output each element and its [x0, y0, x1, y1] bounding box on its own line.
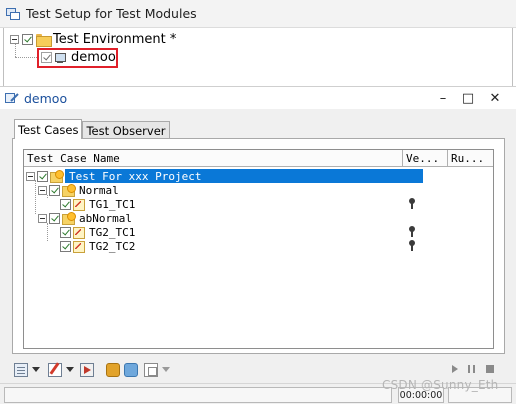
close-button[interactable]: ✕ [485, 89, 505, 107]
collapse-icon[interactable] [38, 213, 47, 223]
chevron-down-icon[interactable] [32, 367, 40, 372]
checkbox-icon[interactable] [22, 34, 33, 45]
chevron-down-icon[interactable] [162, 367, 170, 372]
tree-row-label: Test For xxx Project [65, 169, 423, 183]
copy-icon[interactable] [144, 363, 158, 377]
test-case-list[interactable]: Test Case Name Ve... Ru... Test For xxx … [23, 149, 494, 349]
column-header-verdict[interactable]: Ve... [403, 150, 448, 167]
watermark: CSDN @Sunny_Eth [382, 378, 499, 392]
new-test-icon[interactable] [14, 363, 28, 377]
test-cases-panel: Test Case Name Ve... Ru... Test For xxx … [12, 138, 505, 354]
execute-icon[interactable] [80, 363, 94, 377]
pause-icon[interactable] [468, 365, 475, 373]
checkbox-icon[interactable] [60, 240, 71, 252]
stop-icon[interactable] [486, 365, 494, 373]
status-message-cell [4, 387, 392, 403]
tree-row[interactable]: TG2_TC1 [60, 225, 135, 239]
tree-row[interactable]: TG2_TC2 [60, 239, 135, 253]
window-title: demoo [24, 90, 68, 106]
verdict-key-icon [408, 240, 416, 252]
maximize-button[interactable]: □ [458, 89, 478, 107]
test-case-icon [73, 240, 85, 253]
tree-row[interactable]: Normal [38, 183, 119, 197]
test-setup-title: Test Setup for Test Modules [26, 6, 197, 21]
tab-test-cases[interactable]: Test Cases [14, 119, 83, 139]
tree-node-test-environment[interactable]: Test Environment * [10, 32, 176, 47]
tab-strip: Test Cases Test Observer [14, 119, 170, 139]
test-group-icon [50, 170, 64, 183]
tree-row-label: TG2_TC2 [89, 239, 136, 253]
test-group-icon [62, 184, 76, 197]
test-case-icon [73, 226, 85, 239]
test-setup-icon [6, 7, 20, 20]
verdict-key-icon [408, 198, 416, 210]
checkbox-icon[interactable] [49, 212, 60, 224]
tree-row-label: TG2_TC1 [89, 225, 136, 239]
collapse-icon[interactable] [26, 171, 35, 181]
folder-icon [36, 34, 52, 47]
window-titlebar[interactable]: demoo – □ ✕ [0, 87, 516, 109]
checkbox-icon[interactable] [37, 170, 48, 182]
chevron-down-icon[interactable] [66, 367, 74, 372]
test-module-toolbar [10, 361, 506, 379]
test-module-window: demoo – □ ✕ Test Cases Test Observer Tes… [0, 86, 516, 404]
tree-row-label: Normal [79, 183, 119, 197]
play-icon[interactable] [452, 365, 458, 373]
tree-row[interactable]: TG1_TC1 [60, 197, 135, 211]
highlight-box [37, 48, 118, 68]
checkbox-icon[interactable] [60, 198, 71, 210]
checkbox-icon[interactable] [49, 184, 60, 196]
report-icon[interactable] [124, 363, 138, 377]
minimize-button[interactable]: – [433, 89, 453, 107]
tab-test-observer[interactable]: Test Observer [82, 121, 170, 139]
tree-row-label: TG1_TC1 [89, 197, 136, 211]
collapse-icon[interactable] [10, 35, 19, 44]
test-environment-label: Test Environment * [53, 32, 177, 47]
test-module-edit-icon [5, 93, 19, 103]
tree-row-label: abNormal [79, 211, 132, 225]
tree-row[interactable]: abNormal [38, 211, 132, 225]
tree-row[interactable]: Test For xxx Project [26, 169, 423, 183]
test-group-icon [62, 212, 76, 225]
column-header-test-case-name[interactable]: Test Case Name [24, 150, 403, 167]
settings-icon[interactable] [106, 363, 120, 377]
checkbox-icon[interactable] [60, 226, 71, 238]
test-setup-header: Test Setup for Test Modules [0, 0, 516, 28]
column-header-run[interactable]: Ru... [448, 150, 493, 167]
test-case-icon [73, 198, 85, 211]
verdict-key-icon [408, 226, 416, 238]
collapse-icon[interactable] [38, 185, 47, 195]
edit-icon[interactable] [48, 363, 62, 377]
